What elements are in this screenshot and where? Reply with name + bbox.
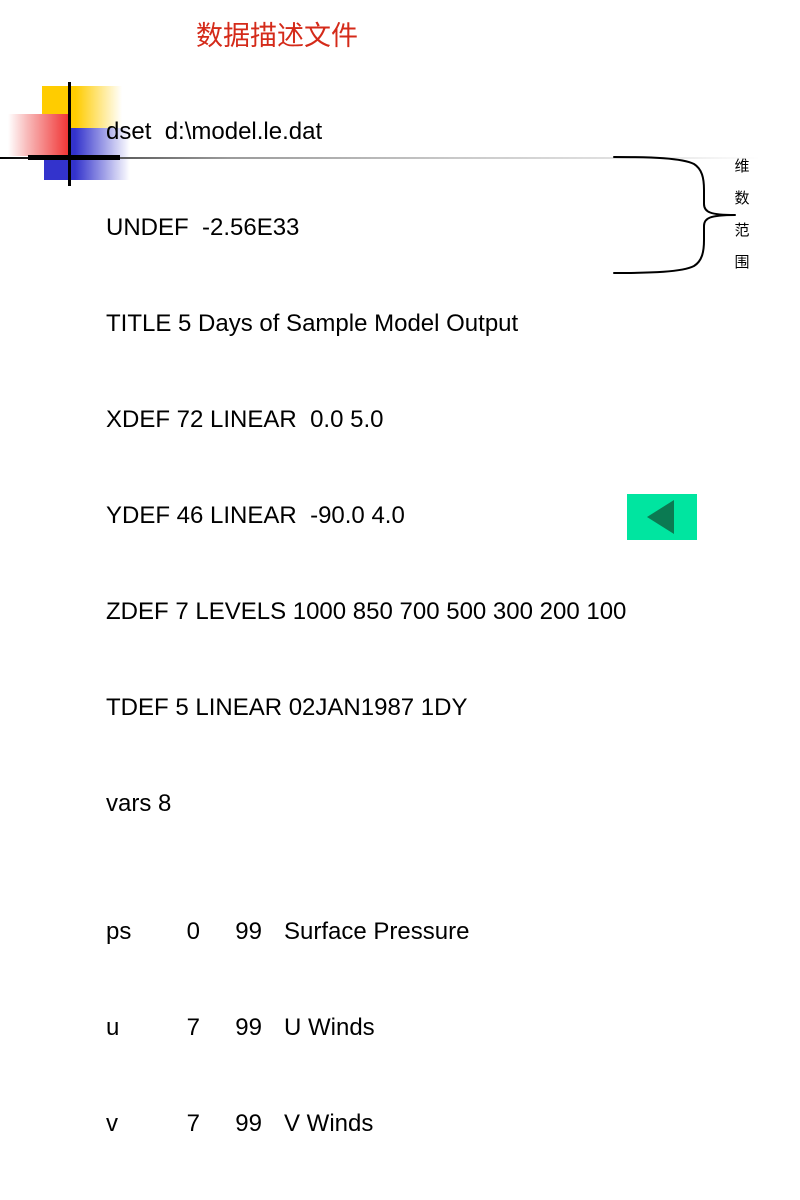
code-line-tdef: TDEF 5 LINEAR 02JAN1987 1DY bbox=[106, 694, 468, 721]
code-line-dset: dset d:\model.le.dat bbox=[106, 118, 323, 145]
variable-description: V Winds bbox=[284, 1110, 374, 1137]
variable-description: Surface Pressure bbox=[284, 918, 470, 945]
code-line-xdef: XDEF 72 LINEAR 0.0 5.0 bbox=[106, 406, 384, 433]
code-line-title: TITLE 5 Days of Sample Model Output bbox=[106, 310, 519, 337]
annotation-char: 围 bbox=[734, 253, 750, 271]
right-curly-brace-icon bbox=[612, 152, 737, 278]
variable-units: 99 bbox=[235, 918, 262, 945]
code-line-undef: UNDEF -2.56E33 bbox=[106, 214, 300, 241]
variable-name: ps bbox=[106, 918, 132, 945]
variable-levels: 7 bbox=[186, 1110, 200, 1137]
crosshair-vertical-line bbox=[68, 82, 71, 186]
variable-levels: 7 bbox=[186, 1014, 200, 1041]
code-line-zdef: ZDEF 7 LEVELS 1000 850 700 500 300 200 1… bbox=[106, 598, 627, 625]
slide-canvas: 数据描述文件 dset d:\model.le.dat UNDEF -2.56E… bbox=[0, 0, 800, 1137]
variable-levels: 0 bbox=[186, 918, 200, 945]
annotation-char: 范 bbox=[734, 221, 750, 239]
dimension-range-annotation: 维 数 范 围 bbox=[729, 150, 755, 278]
variable-units: 99 bbox=[235, 1014, 262, 1041]
variable-row: v 7 99 V Winds bbox=[106, 1108, 626, 1140]
data-descriptor-listing: dset d:\model.le.dat UNDEF -2.56E33 TITL… bbox=[106, 52, 626, 1200]
variable-row: u 7 99 U Winds bbox=[106, 1012, 626, 1044]
red-square-shape bbox=[8, 114, 70, 156]
previous-slide-button[interactable] bbox=[627, 494, 697, 540]
page-title: 数据描述文件 bbox=[196, 21, 358, 52]
variable-description: U Winds bbox=[284, 1014, 375, 1041]
variable-row: ps 0 99 Surface Pressure bbox=[106, 916, 626, 948]
variable-units: 99 bbox=[235, 1110, 262, 1137]
annotation-char: 数 bbox=[734, 189, 750, 207]
variable-name: v bbox=[106, 1110, 118, 1137]
annotation-char: 维 bbox=[734, 157, 750, 175]
variable-name: u bbox=[106, 1014, 120, 1041]
code-line-ydef: YDEF 46 LINEAR -90.0 4.0 bbox=[106, 502, 405, 529]
code-line-vars-header: vars 8 bbox=[106, 790, 172, 817]
left-triangle-icon bbox=[646, 500, 674, 534]
